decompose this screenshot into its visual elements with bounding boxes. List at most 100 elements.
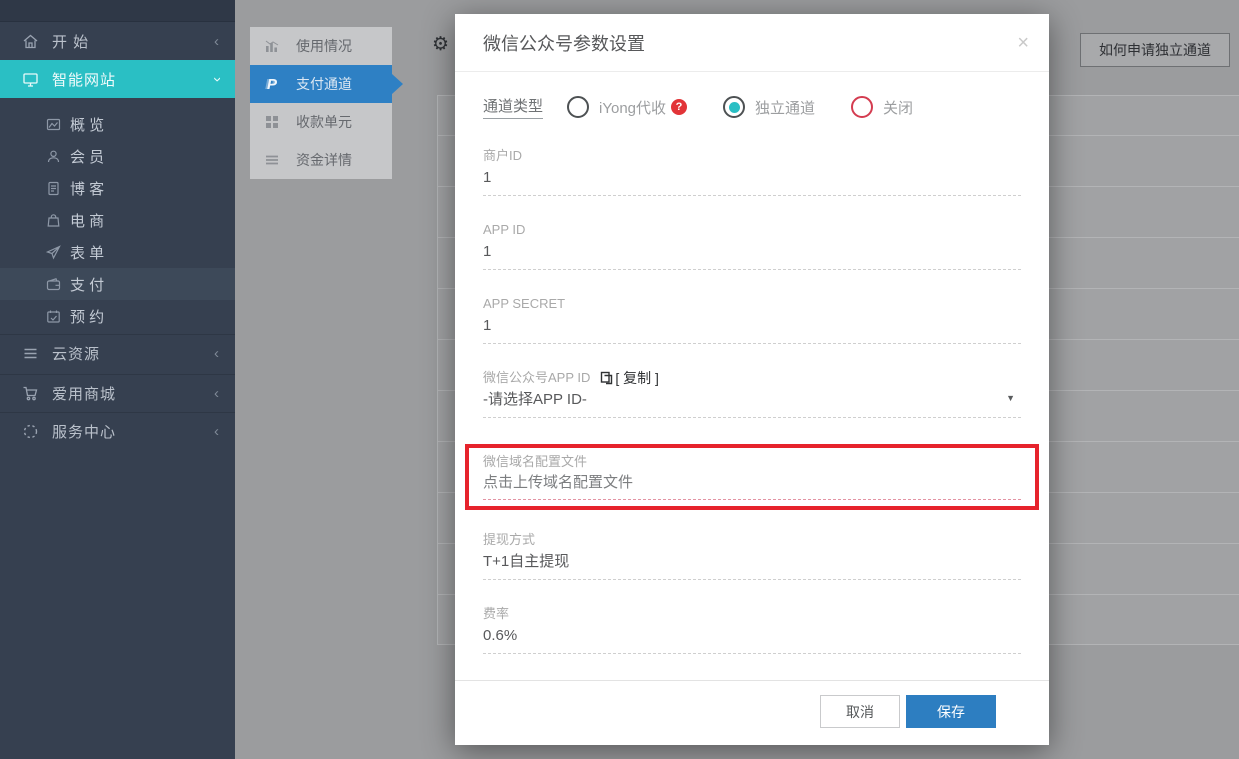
radio-option-independent[interactable]: 独立通道	[723, 96, 815, 118]
paypal-icon: P	[264, 76, 280, 92]
field-app-secret: APP SECRET 1	[483, 296, 1021, 344]
submenu-item-payment-channels[interactable]: P 支付通道	[250, 65, 392, 103]
sidebar-item-aiyong-mall[interactable]: 爱用商城 ‹	[0, 374, 235, 412]
blog-icon	[46, 181, 61, 196]
field-wechat-domain-file: 微信域名配置文件 点击上传域名配置文件	[465, 444, 1039, 510]
sidebar-item-label: 智能网站	[52, 69, 214, 90]
submenu-item-label: 资金详情	[296, 150, 352, 170]
sidebar-subitem-forms[interactable]: 表 单	[0, 236, 235, 268]
sidebar-subitem-label: 概 览	[70, 114, 104, 135]
sidebar: 开 始 ‹ 智能网站 ‹ 概 览 会 员 博 客	[0, 0, 235, 759]
active-submenu-arrow	[392, 74, 403, 94]
field-label: 商户ID	[483, 148, 1021, 164]
submenu-item-label: 支付通道	[296, 74, 352, 94]
chart-icon	[264, 38, 280, 54]
copy-button[interactable]: [ 复制 ]	[596, 370, 659, 386]
radio-close-icon[interactable]	[851, 96, 873, 118]
sidebar-subitem-booking[interactable]: 预 约	[0, 300, 235, 332]
menu-icon	[22, 345, 39, 362]
copy-icon	[600, 371, 613, 385]
chevron-left-icon: ‹	[214, 423, 219, 440]
overview-icon	[46, 117, 61, 132]
field-label: 微信公众号APP ID	[483, 370, 590, 386]
field-wechat-app-id: 微信公众号APP ID [ 复制 ] -请选择APP ID- ▼	[483, 370, 1021, 418]
sidebar-header	[0, 0, 235, 22]
screen: 开 始 ‹ 智能网站 ‹ 概 览 会 员 博 客	[0, 0, 1239, 759]
submenu-item-usage[interactable]: 使用情况	[250, 27, 392, 65]
withdraw-method-input[interactable]: T+1自主提现	[483, 552, 1021, 580]
member-icon	[46, 149, 61, 164]
sidebar-subitem-label: 会 员	[70, 146, 104, 167]
help-question-icon[interactable]: ?	[671, 99, 687, 115]
sidebar-subitem-label: 支 付	[70, 274, 104, 295]
app-secret-input[interactable]: 1	[483, 316, 1021, 344]
submenu-item-collection-units[interactable]: 收款单元	[250, 103, 392, 141]
channel-type-row: 通道类型 iYong代收 ? 独立通道 关闭	[483, 94, 1021, 120]
close-icon[interactable]: ×	[1017, 33, 1029, 53]
sidebar-subitem-label: 预 约	[70, 306, 104, 327]
radio-unselected-icon[interactable]	[567, 96, 589, 118]
cancel-button[interactable]: 取消	[820, 695, 900, 728]
sidebar-item-label: 云资源	[52, 343, 214, 364]
upload-domain-file-input[interactable]: 点击上传域名配置文件	[483, 473, 1021, 500]
field-app-id: APP ID 1	[483, 222, 1021, 270]
modal-body: 通道类型 iYong代收 ? 独立通道 关闭 商户ID 1	[455, 72, 1049, 728]
dropdown-caret-icon: ▼	[1006, 388, 1015, 408]
radio-option-close[interactable]: 关闭	[851, 96, 913, 118]
chevron-left-icon: ‹	[214, 385, 219, 402]
grid-icon	[264, 114, 280, 130]
field-label: 微信域名配置文件	[483, 454, 1021, 470]
sidebar-subitem-overview[interactable]: 概 览	[0, 108, 235, 140]
payment-submenu: 使用情况 P 支付通道 收款单元 资金详情	[250, 27, 392, 179]
chevron-down-icon: ‹	[208, 77, 225, 82]
help-button[interactable]: 如何申请独立通道	[1080, 33, 1230, 67]
sidebar-subitem-blog[interactable]: 博 客	[0, 172, 235, 204]
service-icon	[22, 423, 39, 440]
pay-icon	[46, 277, 61, 292]
sidebar-item-start[interactable]: 开 始 ‹	[0, 22, 235, 60]
field-merchant-id: 商户ID 1	[483, 148, 1021, 196]
submenu-item-label: 使用情况	[296, 36, 352, 56]
sidebar-subitem-label: 电 商	[70, 210, 104, 231]
sidebar-item-service-center[interactable]: 服务中心 ‹	[0, 412, 235, 450]
submenu-item-fund-details[interactable]: 资金详情	[250, 141, 392, 179]
sidebar-subitem-ecommerce[interactable]: 电 商	[0, 204, 235, 236]
sidebar-item-cloud-resources[interactable]: 云资源 ‹	[0, 334, 235, 372]
wechat-settings-modal: 微信公众号参数设置 × 通道类型 iYong代收 ? 独立通道 关闭	[455, 14, 1049, 745]
sidebar-item-label: 服务中心	[52, 421, 214, 442]
field-label: 提现方式	[483, 532, 1021, 548]
sidebar-item-smart-site[interactable]: 智能网站 ‹	[0, 60, 235, 98]
radio-option-iyong[interactable]: iYong代收 ?	[567, 96, 687, 118]
chevron-left-icon: ‹	[214, 345, 219, 362]
cart-icon	[22, 385, 39, 402]
booking-icon	[46, 309, 61, 324]
sidebar-item-label: 开 始	[52, 31, 214, 52]
rate-input[interactable]: 0.6%	[483, 626, 1021, 654]
gear-icon[interactable]: ⚙	[432, 33, 449, 56]
submenu-item-label: 收款单元	[296, 112, 352, 132]
save-button[interactable]: 保存	[906, 695, 996, 728]
field-label: 费率	[483, 606, 1021, 622]
app-id-input[interactable]: 1	[483, 242, 1021, 270]
chevron-left-icon: ‹	[214, 33, 219, 50]
sidebar-subitem-payment[interactable]: 支 付	[0, 268, 235, 300]
sidebar-subitem-members[interactable]: 会 员	[0, 140, 235, 172]
list-icon	[264, 152, 280, 168]
modal-footer: 取消 保存	[483, 681, 1021, 728]
app-id-select[interactable]: -请选择APP ID- ▼	[483, 390, 1021, 418]
sidebar-item-label: 爱用商城	[52, 383, 214, 404]
modal-title: 微信公众号参数设置	[483, 30, 1017, 56]
monitor-icon	[22, 71, 39, 88]
form-icon	[46, 245, 61, 260]
channel-type-label: 通道类型	[483, 95, 543, 119]
sidebar-subitem-label: 博 客	[70, 178, 104, 199]
field-rate: 费率 0.6%	[483, 606, 1021, 654]
radio-selected-icon[interactable]	[723, 96, 745, 118]
merchant-id-input[interactable]: 1	[483, 168, 1021, 196]
shop-icon	[46, 213, 61, 228]
field-label: APP ID	[483, 222, 1021, 238]
modal-header: 微信公众号参数设置 ×	[455, 14, 1049, 72]
home-icon	[22, 33, 39, 50]
field-label: APP SECRET	[483, 296, 1021, 312]
sidebar-subitem-label: 表 单	[70, 242, 104, 263]
